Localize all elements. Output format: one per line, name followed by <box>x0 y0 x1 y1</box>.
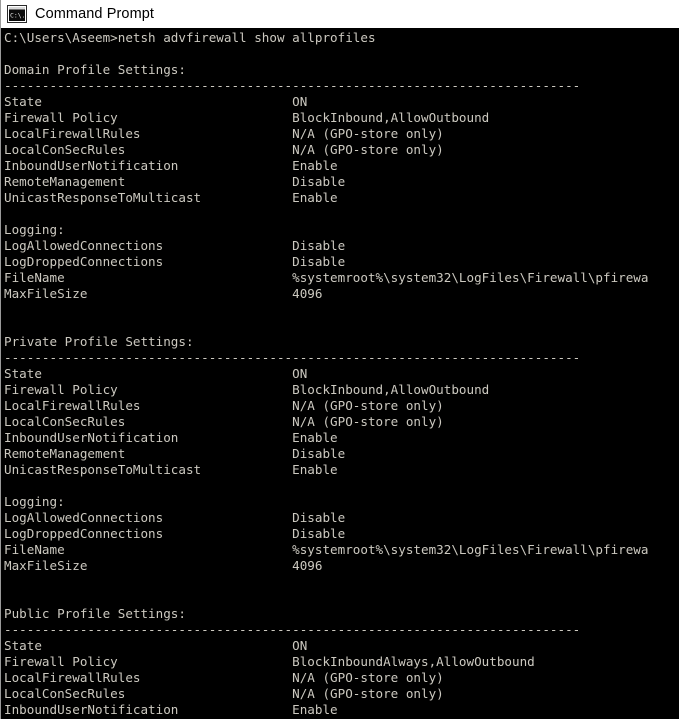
terminal-line: RemoteManagement Disable <box>4 446 346 461</box>
terminal-line: LogAllowedConnections Disable <box>4 238 346 253</box>
terminal-line: LogAllowedConnections Disable <box>4 510 346 525</box>
terminal-line: State ON <box>4 638 308 653</box>
terminal-line: InboundUserNotification Enable <box>4 158 338 173</box>
profile-heading-public: Public Profile Settings: <box>4 606 186 621</box>
terminal-line: InboundUserNotification Enable <box>4 430 338 445</box>
command-prompt-icon: C:\. <box>7 4 27 23</box>
terminal-line: RemoteManagement Disable <box>4 174 346 189</box>
terminal-line: LocalFirewallRules N/A (GPO-store only) <box>4 670 444 685</box>
terminal-line: UnicastResponseToMulticast Enable <box>4 190 338 205</box>
logging-heading: Logging: <box>4 494 65 509</box>
separator-rule: ----------------------------------------… <box>4 78 581 93</box>
terminal-line: LogDroppedConnections Disable <box>4 526 346 541</box>
terminal-line: LogDroppedConnections Disable <box>4 254 346 269</box>
terminal-line: LocalConSecRules N/A (GPO-store only) <box>4 414 444 429</box>
terminal-line: Firewall Policy BlockInboundAlways,Allow… <box>4 654 535 669</box>
separator-rule: ----------------------------------------… <box>4 350 581 365</box>
title-bar[interactable]: C:\. Command Prompt <box>1 0 679 28</box>
terminal-line: InboundUserNotification Enable <box>4 702 338 717</box>
terminal-line: MaxFileSize 4096 <box>4 558 323 573</box>
terminal-line: Firewall Policy BlockInbound,AllowOutbou… <box>4 382 490 397</box>
terminal-line: State ON <box>4 366 308 381</box>
terminal-line: FileName %systemroot%\system32\LogFiles\… <box>4 542 649 557</box>
terminal-line: UnicastResponseToMulticast Enable <box>4 462 338 477</box>
console-output-area[interactable]: C:\Users\Aseem>netsh advfirewall show al… <box>1 28 679 719</box>
terminal-line: Firewall Policy BlockInbound,AllowOutbou… <box>4 110 490 125</box>
command-prompt-window[interactable]: C:\. Command Prompt C:\Users\Aseem>netsh… <box>0 0 679 719</box>
separator-rule: ----------------------------------------… <box>4 622 581 637</box>
terminal-line: LocalConSecRules N/A (GPO-store only) <box>4 142 444 157</box>
terminal-line: MaxFileSize 4096 <box>4 286 323 301</box>
terminal-line: State ON <box>4 94 308 109</box>
profile-heading-private: Private Profile Settings: <box>4 334 194 349</box>
window-title: Command Prompt <box>35 5 155 22</box>
profile-heading-domain: Domain Profile Settings: <box>4 62 186 77</box>
terminal-line: LocalFirewallRules N/A (GPO-store only) <box>4 126 444 141</box>
terminal-line: C:\Users\Aseem>netsh advfirewall show al… <box>4 30 376 45</box>
terminal-line: FileName %systemroot%\system32\LogFiles\… <box>4 270 649 285</box>
terminal-line: LocalConSecRules N/A (GPO-store only) <box>4 686 444 701</box>
svg-text:C:\.: C:\. <box>10 11 25 19</box>
terminal-line: LocalFirewallRules N/A (GPO-store only) <box>4 398 444 413</box>
logging-heading: Logging: <box>4 222 65 237</box>
